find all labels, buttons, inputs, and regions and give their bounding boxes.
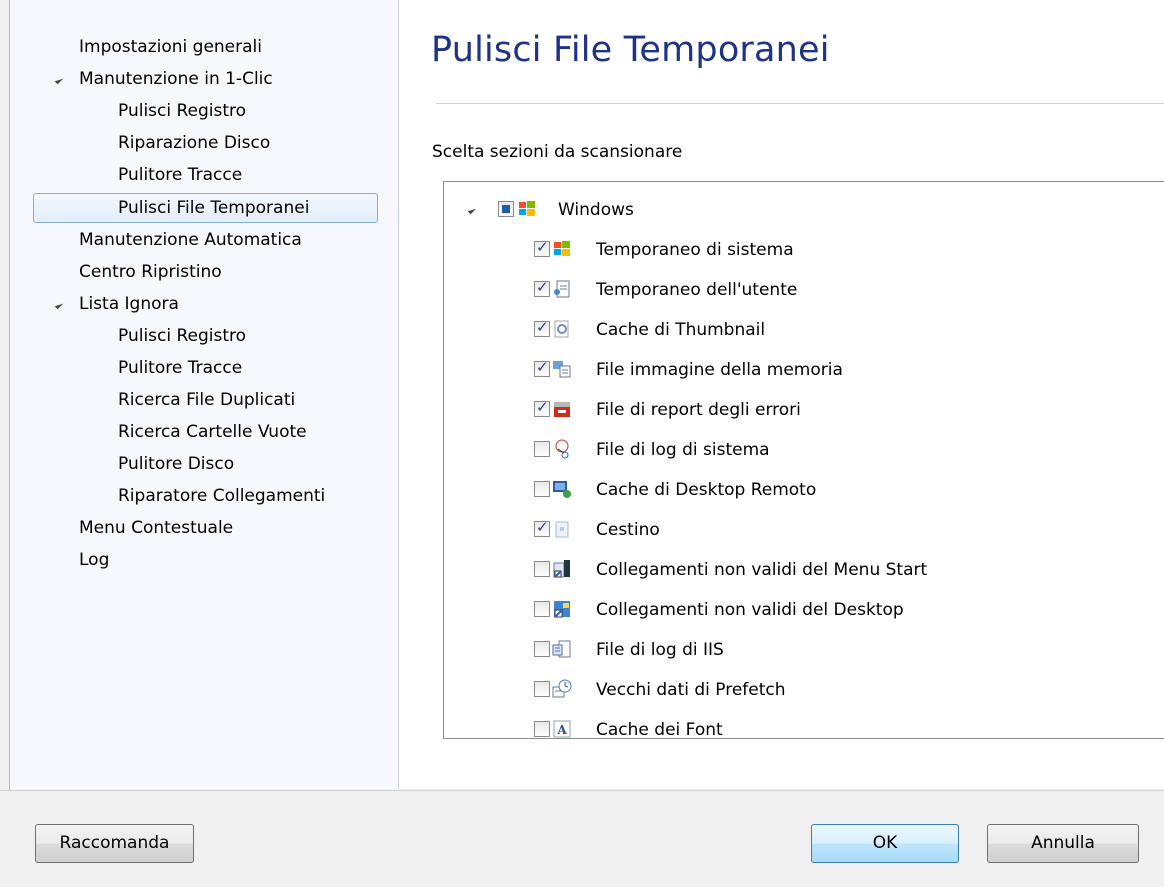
tree-item[interactable]: Temporaneo di sistema: [444, 230, 1144, 270]
sidebar-item-label: Pulitore Disco: [118, 454, 235, 474]
footer-bar: Raccomanda OK Annulla: [0, 790, 1164, 887]
tree-item-checkbox[interactable]: [534, 681, 550, 697]
memory-dump-icon: [552, 359, 572, 379]
sidebar-item-label: Menu Contestuale: [79, 518, 234, 538]
tree-item-label: Temporaneo dell'utente: [596, 280, 798, 300]
tree-item[interactable]: File immagine della memoria: [444, 350, 1144, 390]
sidebar-item-lista-ignora[interactable]: Lista Ignora: [54, 289, 356, 320]
tree-item-checkbox[interactable]: [534, 641, 550, 657]
tree-item-checkbox[interactable]: [534, 721, 550, 737]
start-menu-shortcut-icon: [552, 559, 572, 579]
desktop-shortcut-icon: [552, 599, 572, 619]
title-separator: [436, 103, 1164, 104]
recommend-button[interactable]: Raccomanda: [35, 824, 194, 863]
sidebar-item-label: Pulitore Tracce: [118, 165, 243, 185]
tree-item-label: Windows: [558, 200, 634, 220]
tree-item-label: File di log di sistema: [596, 440, 770, 460]
tree-item-checkbox[interactable]: [534, 601, 550, 617]
tree-item-checkbox[interactable]: [534, 392, 550, 422]
recycle-bin-icon: [552, 519, 572, 539]
page-title: Pulisci File Temporanei: [431, 30, 830, 70]
sidebar-item-label: Log: [79, 550, 110, 570]
tree-item-label: Cache di Desktop Remoto: [596, 480, 817, 500]
title-area: Pulisci File Temporanei: [399, 0, 1164, 93]
ok-button[interactable]: OK: [811, 824, 959, 863]
sidebar-item-label: Lista Ignora: [79, 294, 179, 314]
tree-item[interactable]: File di log di sistema: [444, 430, 1144, 470]
tree-item-checkbox[interactable]: [534, 312, 550, 342]
sidebar-item-label: Impostazioni generali: [79, 37, 262, 57]
tree-item[interactable]: Cache di Thumbnail: [444, 310, 1144, 350]
sidebar-item-label: Pulisci Registro: [118, 326, 247, 346]
scan-sections-tree[interactable]: Windows Temporaneo di sistema Temporaneo …: [443, 181, 1164, 739]
tree-item-label: Cache dei Font: [596, 720, 723, 739]
windows-logo-icon: [552, 239, 572, 259]
tree-item-label: Temporaneo di sistema: [596, 240, 794, 260]
svg-text:A: A: [556, 723, 567, 737]
windows-logo-icon: [517, 199, 537, 219]
tree-item-label: Vecchi dati di Prefetch: [596, 680, 786, 700]
sidebar-item-label: Riparatore Collegamenti: [118, 486, 326, 506]
tree-item-label: File immagine della memoria: [596, 360, 843, 380]
tree-item[interactable]: Collegamenti non validi del Menu Start: [444, 550, 1144, 590]
sidebar-item-label: Pulisci File Temporanei: [118, 198, 310, 218]
tree-item-checkbox[interactable]: [534, 561, 550, 577]
main-panel: Pulisci File Temporanei Scelta sezioni d…: [399, 0, 1164, 789]
cancel-button[interactable]: Annulla: [987, 824, 1139, 863]
error-report-icon: [552, 399, 572, 419]
expanded-arrow-icon[interactable]: [54, 75, 64, 85]
settings-window: Impostazioni generali Manutenzione in 1-…: [0, 0, 1164, 887]
tree-item[interactable]: Cestino: [444, 510, 1144, 550]
tree-item-label: Collegamenti non validi del Desktop: [596, 600, 904, 620]
tree-item-checkbox[interactable]: [534, 272, 550, 302]
sidebar-item-label: Manutenzione Automatica: [79, 230, 302, 250]
tree-item-checkbox[interactable]: [534, 352, 550, 382]
tree-item[interactable]: File di report degli errori: [444, 390, 1144, 430]
sidebar-item-label: Ricerca Cartelle Vuote: [118, 422, 307, 442]
tree-item[interactable]: Temporaneo dell'utente: [444, 270, 1144, 310]
sidebar-item-label: Ricerca File Duplicati: [118, 390, 296, 410]
tree-item-label: Cache di Thumbnail: [596, 320, 766, 340]
tree-item-label: File di log di IIS: [596, 640, 724, 660]
tree-root-windows[interactable]: Windows: [444, 190, 1144, 230]
iis-log-icon: [552, 639, 572, 659]
thumbnail-icon: [552, 319, 572, 339]
sidebar-item-manutenzione-1clic[interactable]: Manutenzione in 1-Clic: [54, 64, 356, 95]
sidebar-item-label: Pulisci Registro: [118, 101, 247, 121]
remote-desktop-icon: [552, 479, 572, 499]
sidebar-item-label: Centro Ripristino: [79, 262, 222, 282]
tree-item-label: Cestino: [596, 520, 660, 540]
tree-item-checkbox[interactable]: [534, 441, 550, 457]
sidebar-item-label: Manutenzione in 1-Clic: [79, 69, 273, 89]
tree-item[interactable]: A Cache dei Font: [444, 710, 1144, 739]
log-scissors-icon: [552, 439, 572, 459]
tree-item[interactable]: Collegamenti non validi del Desktop: [444, 590, 1144, 630]
font-icon: A: [552, 719, 572, 738]
section-label: Scelta sezioni da scansionare: [432, 142, 683, 162]
user-document-icon: [552, 279, 572, 299]
tree-item[interactable]: Cache di Desktop Remoto: [444, 470, 1144, 510]
expanded-arrow-icon[interactable]: [54, 300, 64, 310]
tree-item-checkbox[interactable]: [534, 512, 550, 542]
tree-item-checkbox[interactable]: [534, 481, 550, 497]
tree-item-checkbox[interactable]: [534, 232, 550, 262]
sidebar-item-label: Pulitore Tracce: [118, 358, 243, 378]
tree-item[interactable]: Vecchi dati di Prefetch: [444, 670, 1144, 710]
window-edge: [0, 0, 10, 790]
expanded-arrow-icon[interactable]: [467, 205, 477, 215]
tree-item-label: Collegamenti non validi del Menu Start: [596, 560, 928, 580]
windows-checkbox[interactable]: [498, 201, 514, 217]
tree-item[interactable]: File di log di IIS: [444, 630, 1144, 670]
sidebar: Impostazioni generali Manutenzione in 1-…: [10, 0, 399, 789]
sidebar-item-pulisci-file-temporanei[interactable]: Pulisci File Temporanei: [33, 193, 378, 223]
prefetch-clock-icon: [552, 679, 572, 699]
sidebar-item-label: Riparazione Disco: [118, 133, 271, 153]
tree-item-label: File di report degli errori: [596, 400, 801, 420]
